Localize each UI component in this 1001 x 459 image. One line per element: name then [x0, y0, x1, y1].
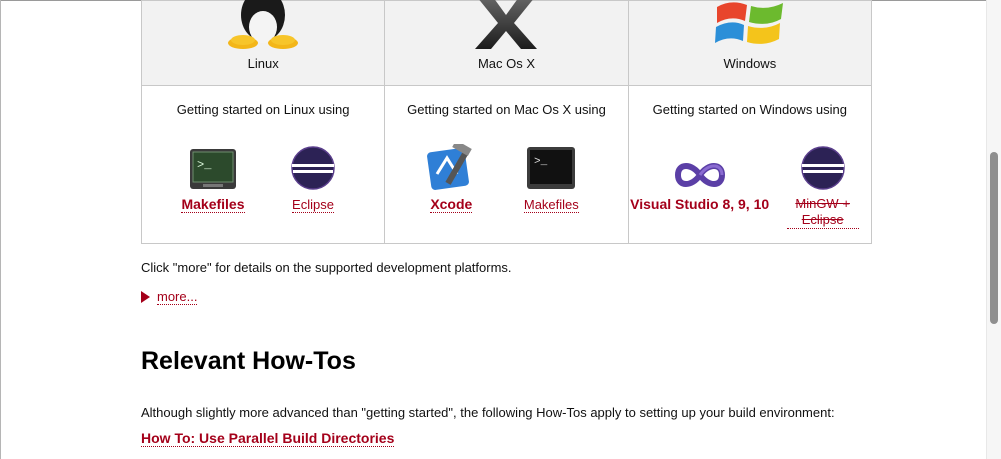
- windows-logo-icon: [713, 0, 787, 52]
- more-toggle[interactable]: more...: [141, 289, 872, 305]
- link-linux-eclipse[interactable]: Eclipse: [292, 197, 334, 213]
- expand-triangle-icon[interactable]: [141, 291, 150, 303]
- tool-mac-xcode[interactable]: Xcode: [396, 144, 506, 214]
- window-left-border: [0, 0, 1, 459]
- os-name-macosx: Mac Os X: [477, 56, 536, 71]
- main-content: Linux Mac Os X Windows Getting started o…: [140, 0, 873, 448]
- tool-linux-makefiles[interactable]: >_ Makefiles: [158, 146, 268, 214]
- platforms-table: Linux Mac Os X Windows Getting started o…: [140, 0, 873, 244]
- getting-started-linux: Getting started on Linux using: [176, 102, 350, 117]
- tool-windows-mingw-eclipse[interactable]: MinGW + Eclipse: [768, 146, 878, 229]
- tool-mac-makefiles[interactable]: >_ Makefiles: [496, 146, 606, 214]
- platform-note: Click "more" for details on the supporte…: [141, 260, 512, 275]
- getting-started-macosx: Getting started on Mac Os X using: [407, 102, 606, 117]
- link-windows-mingw-eclipse[interactable]: MinGW + Eclipse: [786, 196, 859, 229]
- xcode-icon: [396, 144, 506, 190]
- tools-cell-macosx: Getting started on Mac Os X using Xcode: [384, 85, 629, 244]
- howto-intro-paragraph: Although slightly more advanced than "ge…: [141, 405, 835, 420]
- tools-cell-windows: Getting started on Windows using Visual …: [627, 85, 873, 244]
- tools-cell-linux: Getting started on Linux using >_ Makefi…: [140, 85, 386, 244]
- os-cell-linux: Linux: [140, 0, 386, 86]
- getting-started-windows: Getting started on Windows using: [652, 102, 848, 117]
- os-cell-macosx: Mac Os X: [384, 0, 629, 86]
- linux-tux-icon: [228, 0, 299, 54]
- more-link[interactable]: more...: [157, 289, 198, 305]
- howto-item: How To: Use Parallel Build Directories: [141, 430, 872, 448]
- tool-linux-eclipse[interactable]: Eclipse: [258, 146, 368, 214]
- os-cell-windows: Windows: [627, 0, 873, 86]
- terminal-icon: >_: [496, 146, 606, 190]
- link-windows-visual-studio[interactable]: Visual Studio 8, 9, 10: [630, 196, 770, 212]
- os-name-windows: Windows: [723, 56, 777, 71]
- svg-text:>_: >_: [197, 158, 212, 172]
- link-linux-makefiles[interactable]: Makefiles: [181, 196, 245, 213]
- eclipse-icon: [258, 146, 368, 190]
- howto-link-parallel-build[interactable]: How To: Use Parallel Build Directories: [141, 430, 395, 447]
- mac-os-x-icon: [473, 0, 539, 54]
- os-name-linux: Linux: [247, 56, 279, 71]
- tool-windows-visual-studio[interactable]: Visual Studio 8, 9, 10: [630, 146, 770, 213]
- link-mac-makefiles[interactable]: Makefiles: [523, 197, 579, 213]
- link-mac-xcode[interactable]: Xcode: [430, 196, 473, 213]
- terminal-green-icon: >_: [158, 146, 268, 190]
- scrollbar-thumb[interactable]: [990, 152, 998, 324]
- eclipse-icon: [768, 146, 878, 190]
- section-title: Relevant How-Tos: [141, 347, 356, 375]
- svg-text:>_: >_: [534, 156, 548, 168]
- visual-studio-icon: [630, 146, 770, 190]
